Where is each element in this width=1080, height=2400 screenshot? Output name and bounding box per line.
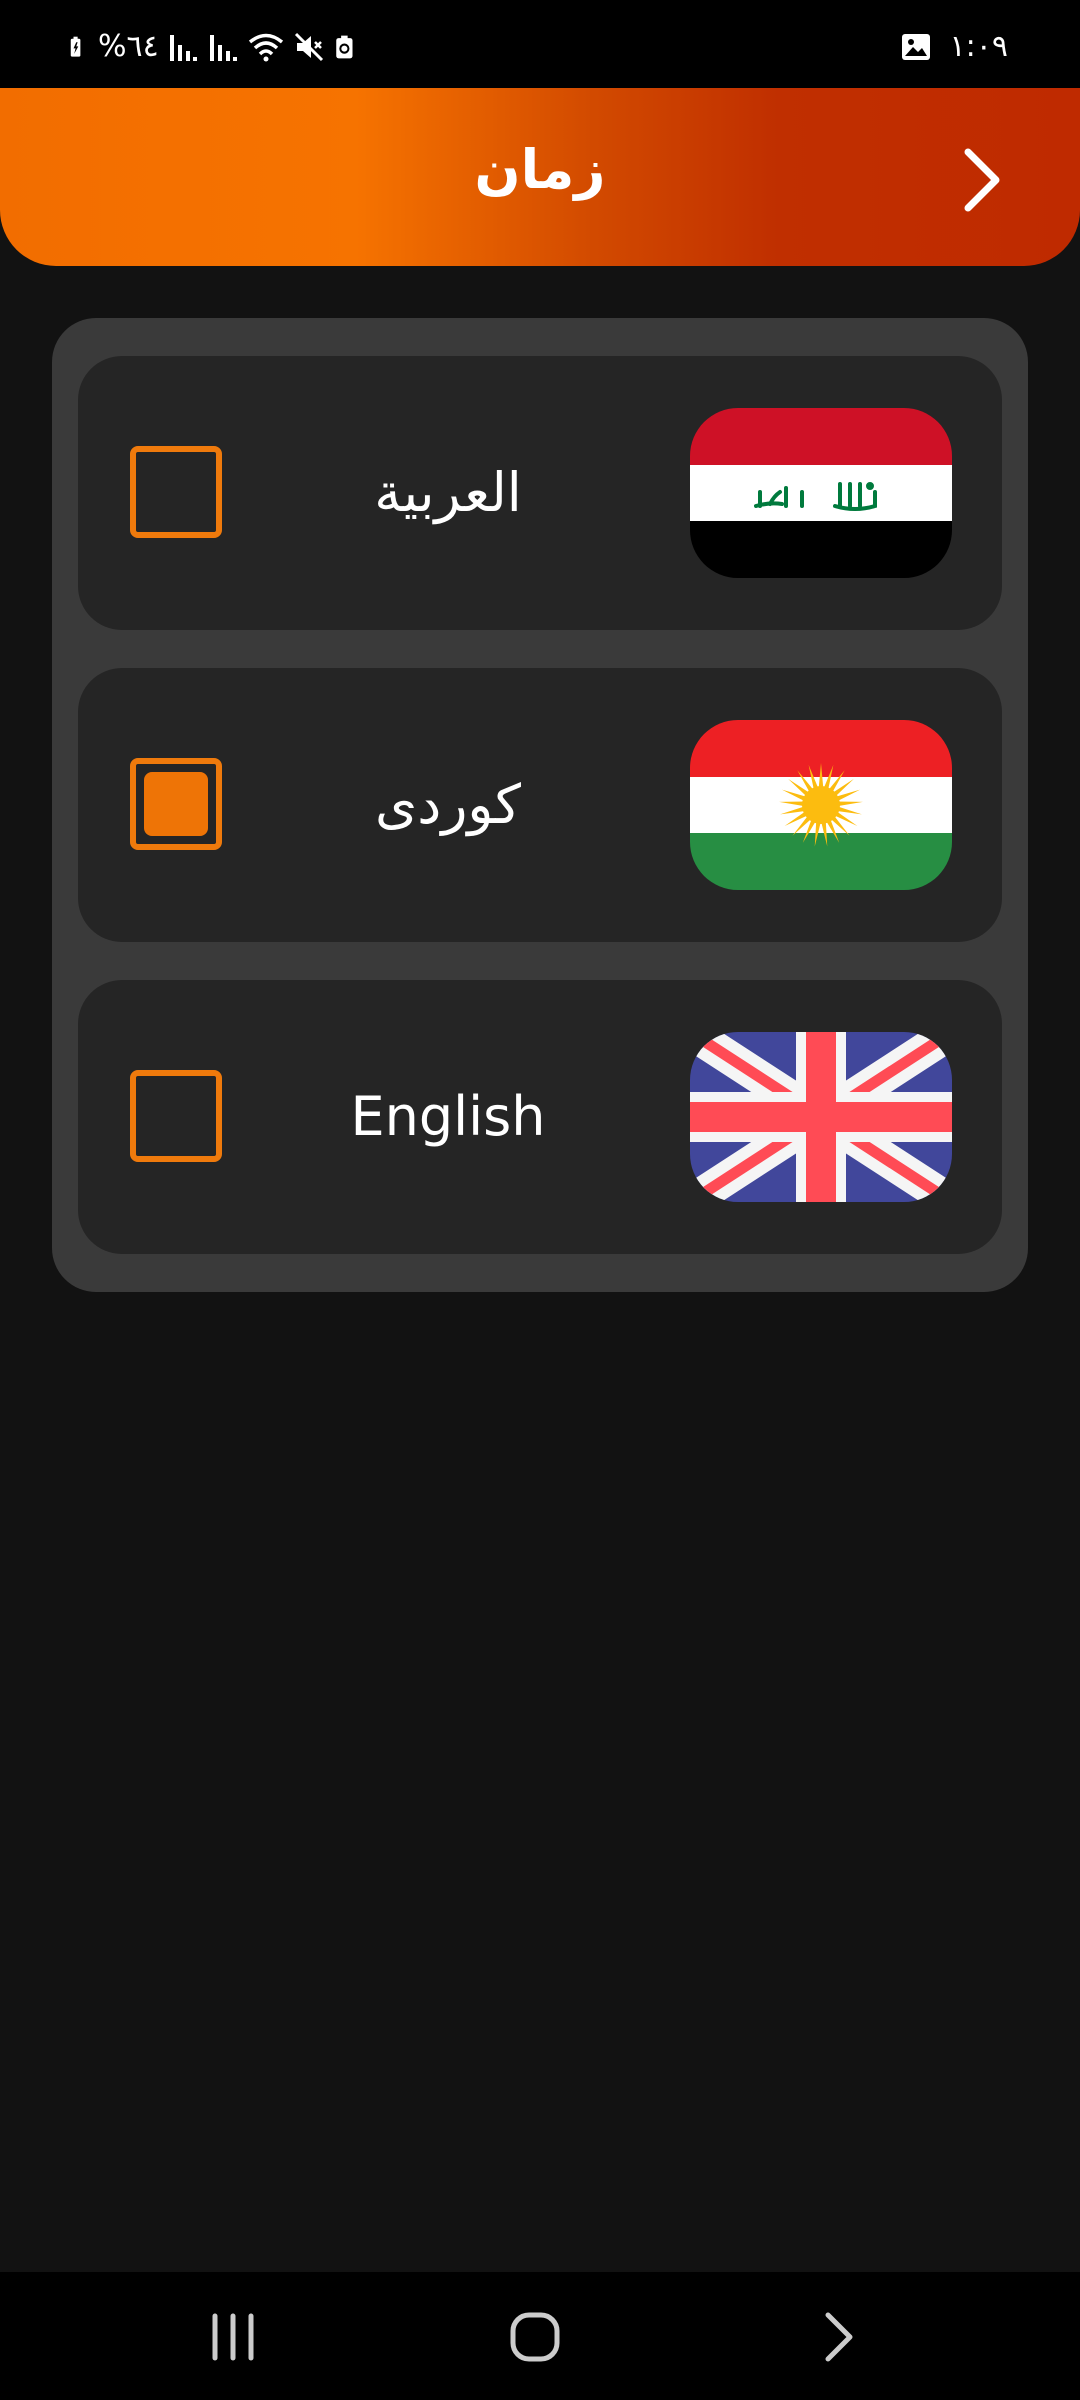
language-label: العربية	[374, 461, 522, 524]
back-icon[interactable]	[802, 2302, 872, 2372]
battery-percentage: %٦٤	[98, 29, 159, 64]
battery-saver-icon	[336, 35, 353, 59]
chevron-right-icon[interactable]	[952, 142, 1012, 218]
signal-icon	[169, 35, 197, 61]
uk-flag-icon	[690, 1032, 952, 1202]
clock: ١:٠٩	[949, 29, 1008, 64]
language-option-kurdish[interactable]: کوردی	[78, 668, 1002, 942]
signal-icon	[209, 35, 237, 61]
language-list: العربية کوردی English	[52, 318, 1028, 1292]
checkbox-fill	[144, 772, 208, 836]
recent-apps-icon[interactable]	[198, 2302, 268, 2372]
language-checkbox[interactable]	[130, 1070, 222, 1162]
battery-charging-icon	[70, 36, 81, 57]
kurdistan-flag-icon	[690, 720, 952, 890]
language-option-english[interactable]: English	[78, 980, 1002, 1254]
status-left: %٦٤	[68, 30, 359, 64]
language-label: English	[350, 1085, 546, 1148]
language-checkbox[interactable]	[130, 758, 222, 850]
gallery-icon	[901, 34, 930, 60]
iraq-flag-icon	[690, 408, 952, 578]
system-nav-bar	[0, 2272, 1080, 2400]
language-option-arabic[interactable]: العربية	[78, 356, 1002, 630]
mute-icon	[294, 32, 323, 62]
wifi-icon	[248, 33, 283, 62]
home-icon[interactable]	[500, 2302, 570, 2372]
app-header: زمان	[0, 88, 1080, 266]
page-title: زمان	[474, 138, 606, 201]
status-right: ١:٠٩	[900, 30, 1008, 64]
language-checkbox[interactable]	[130, 446, 222, 538]
language-label: کوردی	[375, 773, 521, 836]
status-bar: %٦٤ ١:٠٩	[0, 0, 1080, 88]
